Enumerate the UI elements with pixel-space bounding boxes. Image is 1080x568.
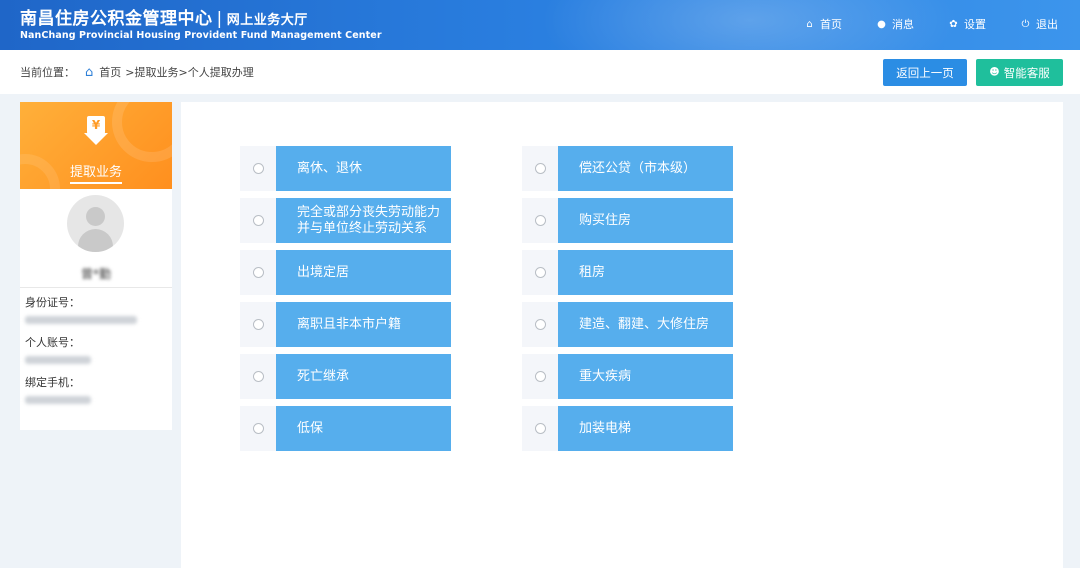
option-retirement[interactable]: 离休、退休 [240,146,451,191]
top-nav: ⌂ 首页 ● 消息 ✿ 设置 ⏻ 退出 [804,16,1058,32]
option-label: 离休、退休 [276,146,451,191]
option-label: 低保 [276,406,451,451]
home-icon: ⌂ [806,18,813,30]
option-label: 加装电梯 [558,406,733,451]
option-label: 购买住房 [558,198,733,243]
radio-button[interactable] [252,371,264,382]
nav-settings[interactable]: ✿ 设置 [948,16,986,32]
gear-icon: ✿ [949,18,958,30]
home-icon: ⌂ [85,64,94,80]
option-label: 死亡继承 [276,354,451,399]
option-resigned-nonlocal[interactable]: 离职且非本市户籍 [240,302,451,347]
option-emigration[interactable]: 出境定居 [240,250,451,295]
title-separator: | [216,9,223,29]
breadcrumb-prefix: 当前位置： [20,66,75,79]
id-number-value-masked [25,316,137,324]
option-label: 出境定居 [276,250,451,295]
option-minimum-living[interactable]: 低保 [240,406,451,451]
radio-button[interactable] [534,267,546,278]
nav-home[interactable]: ⌂ 首页 [804,16,842,32]
nav-messages[interactable]: ● 消息 [876,16,914,32]
yen-download-icon: ¥ [81,116,111,148]
phone-value-masked [25,396,91,404]
breadcrumb-path: >提取业务>个人提取办理 [125,66,254,79]
brand: 南昌住房公积金管理中心 | 网上业务大厅 NanChang Provincial H… [20,4,382,41]
section-banner[interactable]: ¥ 提取业务 [20,102,172,189]
breadcrumb-bar: 当前位置： ⌂ 首页 >提取业务>个人提取办理 返回上一页 ☻ 智能客服 [0,50,1080,94]
nav-home-label: 首页 [820,18,842,31]
avatar [67,195,124,252]
option-purchase-house[interactable]: 购买住房 [522,198,733,243]
service-icon: ☻ [989,67,1000,78]
account-label: 个人账号： [25,336,80,349]
brand-title: 南昌住房公积金管理中心 | 网上业务大厅 [20,4,382,29]
breadcrumb: 当前位置： ⌂ 首页 >提取业务>个人提取办理 [20,64,254,80]
option-label: 重大疾病 [558,354,733,399]
radio-button[interactable] [252,319,264,330]
withdrawal-options-panel: 离休、退休 完全或部分丧失劳动能力并与单位终止劳动关系 出境定居 离职且非本市户… [181,102,1063,568]
nav-logout-label: 退出 [1036,18,1058,31]
breadcrumb-home-link[interactable]: 首页 [99,64,121,80]
account-value-masked [25,356,91,364]
org-title: 南昌住房公积金管理中心 [20,9,213,29]
radio-button[interactable] [252,215,264,226]
radio-button[interactable] [252,163,264,174]
option-loss-of-work-ability[interactable]: 完全或部分丧失劳动能力并与单位终止劳动关系 [240,198,451,243]
option-install-elevator[interactable]: 加装电梯 [522,406,733,451]
radio-button[interactable] [252,267,264,278]
user-name: 曾*勤 [80,267,111,281]
radio-button[interactable] [534,163,546,174]
option-label: 租房 [558,250,733,295]
divider [20,287,172,288]
power-icon: ⏻ [1021,18,1030,30]
nav-settings-label: 设置 [964,18,986,31]
option-rent[interactable]: 租房 [522,250,733,295]
option-build-renovate[interactable]: 建造、翻建、大修住房 [522,302,733,347]
user-sidebar: ¥ 提取业务 曾*勤 身份证号： 个人账号： 绑定手机： [20,102,172,430]
option-label: 完全或部分丧失劳动能力并与单位终止劳动关系 [276,198,451,243]
smart-service-button[interactable]: ☻ 智能客服 [976,59,1063,86]
option-repay-public-loan[interactable]: 偿还公贷（市本级） [522,146,733,191]
nav-messages-label: 消息 [892,18,914,31]
radio-button[interactable] [534,215,546,226]
option-label: 离职且非本市户籍 [276,302,451,347]
id-number-label: 身份证号： [25,296,80,309]
radio-button[interactable] [534,423,546,434]
top-header: 南昌住房公积金管理中心 | 网上业务大厅 NanChang Provincial H… [0,0,1080,50]
radio-button[interactable] [252,423,264,434]
back-button[interactable]: 返回上一页 [883,59,967,86]
section-title: 提取业务 [69,165,122,184]
nav-logout[interactable]: ⏻ 退出 [1020,16,1058,32]
option-label: 偿还公贷（市本级） [558,146,733,191]
option-major-illness[interactable]: 重大疾病 [522,354,733,399]
portal-subtitle: 网上业务大厅 [226,13,308,28]
option-label: 建造、翻建、大修住房 [558,302,733,347]
radio-button[interactable] [534,319,546,330]
message-icon: ● [877,18,886,30]
smart-service-label: 智能客服 [1003,65,1050,80]
option-death-inheritance[interactable]: 死亡继承 [240,354,451,399]
radio-button[interactable] [534,371,546,382]
org-title-en: NanChang Provincial Housing Provident Fu… [20,30,382,41]
phone-label: 绑定手机： [25,376,80,389]
